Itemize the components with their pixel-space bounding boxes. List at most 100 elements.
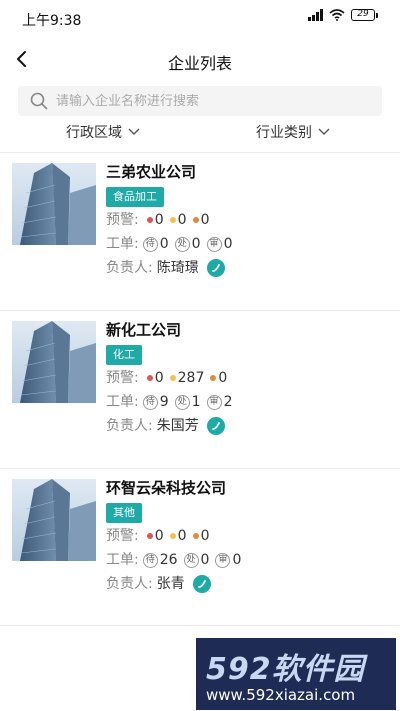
manager-row: 负责人: 陈琦璟 [106,257,390,279]
yellow-dot-icon [169,375,176,381]
workorder-label: 工单: [106,394,139,410]
processing-count: 0 [191,236,201,252]
page-title: 企业列表 [167,54,232,73]
manager-name: 陈琦璟 [156,260,199,276]
processing-icon: 处 [174,236,190,252]
industry-filter[interactable]: 行业类别 [256,122,330,142]
warning-row: 预警: 0 287 0 [106,367,390,389]
processing-count: 0 [200,552,210,568]
warning-yellow-count: 0 [177,212,187,228]
orange-dot-icon [192,217,199,223]
category-tag: 其他 [106,503,142,523]
review-icon: 审 [206,236,222,252]
company-image [12,163,96,245]
red-dot-icon [146,533,153,539]
industry-filter-label: 行业类别 [256,125,312,141]
company-image [12,479,96,561]
warning-orange-count: 0 [200,212,210,228]
signal-icon [308,9,323,21]
company-name: 环智云朵科技公司 [106,479,227,497]
warning-label: 预警: [106,212,139,228]
company-list: 三弟农业公司 食品加工 预警: 0 0 0 工单: 待 0 处 0 审 0 负责… [0,152,400,626]
yellow-dot-icon [169,533,176,539]
warning-yellow-count: 0 [177,528,187,544]
manager-name: 朱国芳 [156,418,199,434]
orange-dot-icon [210,375,217,381]
phone-icon [211,264,220,272]
pending-count: 26 [159,552,178,568]
yellow-dot-icon [169,217,176,223]
review-count: 0 [232,552,242,568]
warning-yellow-count: 287 [177,370,205,386]
pending-icon: 待 [142,236,158,252]
call-button[interactable] [206,259,225,277]
pending-icon: 待 [142,394,158,410]
warning-label: 预警: [106,528,139,544]
category-tag: 化工 [106,345,142,365]
company-list-item[interactable]: 新化工公司 化工 预警: 0 287 0 工单: 待 9 处 1 审 2 负责人… [0,310,400,468]
company-name: 新化工公司 [106,321,182,339]
red-dot-icon [146,217,153,223]
manager-label: 负责人: [106,260,153,276]
battery-level: 29 [351,9,375,21]
pending-icon: 待 [142,552,158,568]
company-image [12,321,96,403]
company-list-item[interactable]: 三弟农业公司 食品加工 预警: 0 0 0 工单: 待 0 处 0 审 0 负责… [0,152,400,310]
site-watermark: 592软件园 www.592xiazai.com [196,638,396,710]
chevron-down-icon [128,128,140,135]
workorder-label: 工单: [106,552,139,568]
status-time: 上午9:38 [22,13,82,29]
warning-orange-count: 0 [218,370,228,386]
company-info: 环智云朵科技公司 其他 预警: 0 0 0 工单: 待 26 处 0 审 0 负… [106,477,390,595]
call-button[interactable] [192,575,211,593]
review-count: 2 [223,394,233,410]
warning-red-count: 0 [154,370,164,386]
warning-red-count: 0 [154,212,164,228]
manager-row: 负责人: 朱国芳 [106,415,390,437]
review-icon: 审 [206,394,222,410]
company-name: 三弟农业公司 [106,163,197,181]
workorder-label: 工单: [106,236,139,252]
warning-row: 预警: 0 0 0 [106,525,390,547]
status-icons: 29 [308,9,378,21]
manager-row: 负责人: 张青 [106,573,390,595]
review-count: 0 [223,236,233,252]
warning-orange-count: 0 [200,528,210,544]
manager-name: 张青 [156,576,185,592]
workorder-row: 工单: 待 26 处 0 审 0 [106,549,390,571]
processing-icon: 处 [174,394,190,410]
processing-icon: 处 [183,552,199,568]
orange-dot-icon [192,533,199,539]
workorder-row: 工单: 待 0 处 0 审 0 [106,233,390,255]
chevron-down-icon [318,128,330,135]
pending-count: 0 [159,236,169,252]
watermark-url: www.592xiazai.com [206,686,356,704]
search-bar[interactable] [18,86,382,116]
red-dot-icon [146,375,153,381]
warning-red-count: 0 [154,528,164,544]
processing-count: 1 [191,394,201,410]
manager-label: 负责人: [106,576,153,592]
battery-icon: 29 [351,9,378,21]
search-input[interactable] [56,93,356,109]
manager-label: 负责人: [106,418,153,434]
search-icon [30,92,48,110]
region-filter[interactable]: 行政区域 [66,122,140,142]
call-button[interactable] [206,417,225,435]
company-info: 三弟农业公司 食品加工 预警: 0 0 0 工单: 待 0 处 0 审 0 负责… [106,161,390,279]
warning-label: 预警: [106,370,139,386]
watermark-logo: 592软件园 [206,652,365,687]
phone-icon [197,580,206,588]
status-bar: 上午9:38 29 [0,0,400,36]
header: 企业列表 [0,40,400,80]
region-filter-label: 行政区域 [66,125,122,141]
filter-bar: 行政区域 行业类别 [0,118,400,146]
company-info: 新化工公司 化工 预警: 0 287 0 工单: 待 9 处 1 审 2 负责人… [106,319,390,437]
category-tag: 食品加工 [106,187,164,207]
company-list-item[interactable]: 环智云朵科技公司 其他 预警: 0 0 0 工单: 待 26 处 0 审 0 负… [0,468,400,626]
wifi-icon [329,9,345,21]
pending-count: 9 [159,394,169,410]
warning-row: 预警: 0 0 0 [106,209,390,231]
workorder-row: 工单: 待 9 处 1 审 2 [106,391,390,413]
phone-icon [211,422,220,430]
